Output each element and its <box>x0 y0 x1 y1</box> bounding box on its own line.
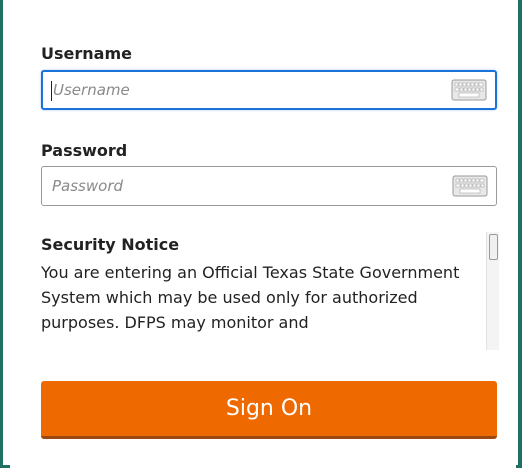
security-notice-text: You are entering an Official Texas State… <box>41 263 460 332</box>
notice-scrollbar[interactable] <box>486 232 499 350</box>
username-label: Username <box>41 44 132 63</box>
password-label: Password <box>41 141 128 160</box>
password-field[interactable]: Password <box>41 166 497 206</box>
keyboard-icon[interactable] <box>451 79 487 101</box>
frame-right-border <box>518 0 522 468</box>
notice-scrollbar-thumb[interactable] <box>489 234 498 260</box>
security-notice: Security Notice You are entering an Offi… <box>41 232 499 356</box>
text-caret <box>51 81 52 101</box>
username-field[interactable]: Username <box>41 70 497 110</box>
sign-on-button[interactable]: Sign On <box>41 381 497 439</box>
login-page: Username Username Password Password Secu… <box>0 0 522 468</box>
password-placeholder: Password <box>52 177 124 195</box>
frame-left-border <box>0 0 3 468</box>
keyboard-icon[interactable] <box>452 175 488 197</box>
username-placeholder: Username <box>53 81 130 99</box>
security-notice-heading: Security Notice <box>41 235 180 254</box>
